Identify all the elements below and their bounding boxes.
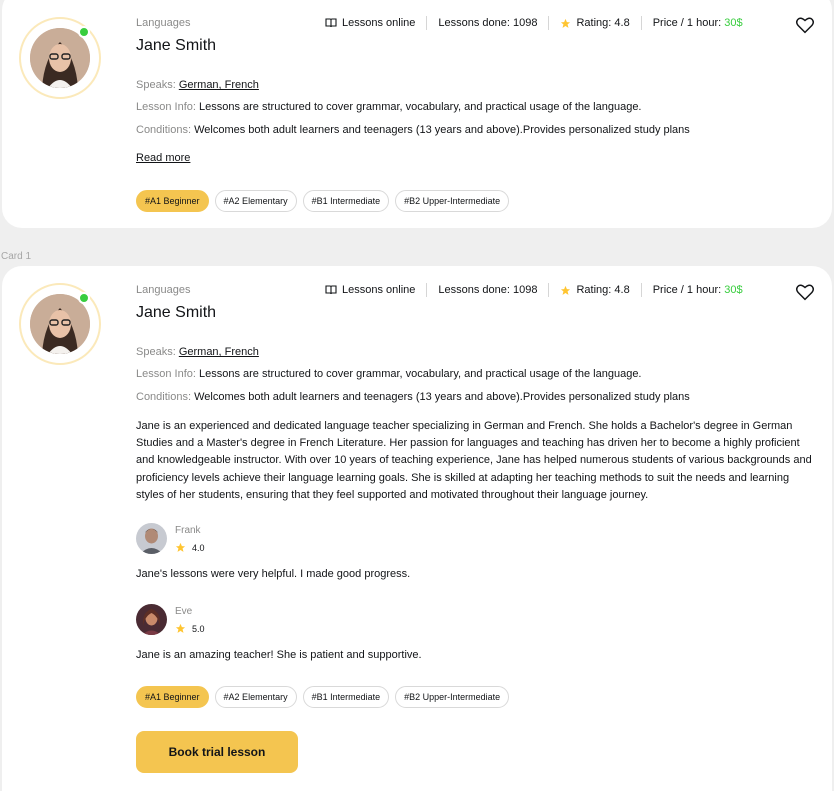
- price-value: 30$: [724, 284, 743, 296]
- stat-price: Price / 1 hour: 30$: [652, 17, 743, 29]
- stat-lessons-done: Lessons done: 1098: [438, 17, 538, 29]
- lesson-info-line: Lesson Info: Lessons are structured to c…: [136, 368, 642, 380]
- divider: [640, 16, 642, 30]
- avatar: [19, 283, 101, 365]
- divider: [426, 16, 428, 30]
- review-author: Eve 5.0: [136, 604, 205, 635]
- level-tag[interactable]: #A1 Beginner: [136, 686, 209, 708]
- speaks-value: German, French: [178, 346, 259, 358]
- review-rating: 5.0: [175, 623, 205, 634]
- book-icon: [325, 18, 337, 28]
- avatar: [19, 17, 101, 99]
- card-caption: Card 1: [1, 251, 32, 262]
- online-status-dot: [78, 26, 90, 38]
- heart-icon[interactable]: [795, 283, 815, 301]
- reviewer-name: Frank: [175, 525, 201, 536]
- heart-icon[interactable]: [795, 16, 815, 34]
- stat-rating: Rating: 4.8: [560, 284, 630, 296]
- teacher-name: Jane Smith: [136, 304, 217, 321]
- teacher-stats: Lessons online Lessons done: 1098 Rating…: [325, 16, 743, 30]
- book-trial-lesson-button[interactable]: Book trial lesson: [136, 731, 298, 773]
- languages-label: Languages: [136, 284, 191, 296]
- conditions-line: Conditions: Welcomes both adult learners…: [136, 124, 690, 136]
- divider: [548, 16, 550, 30]
- online-status-dot: [78, 292, 90, 304]
- level-tag[interactable]: #A1 Beginner: [136, 190, 209, 212]
- lesson-info-line: Lesson Info: Lessons are structured to c…: [136, 101, 642, 113]
- level-tag[interactable]: #B1 Intermediate: [302, 686, 390, 708]
- read-more-link[interactable]: Read more: [136, 152, 190, 164]
- level-tag[interactable]: #A2 Elementary: [214, 686, 297, 708]
- divider: [640, 283, 642, 297]
- stat-price: Price / 1 hour: 30$: [652, 284, 743, 296]
- languages-label: Languages: [136, 17, 191, 29]
- stat-rating: Rating: 4.8: [560, 17, 630, 29]
- price-value: 30$: [724, 17, 743, 29]
- speaks-line: Speaks: German, French: [136, 79, 259, 91]
- review-author: Frank 4.0: [136, 523, 205, 554]
- level-tag[interactable]: #B2 Upper-Intermediate: [395, 190, 510, 212]
- level-tag[interactable]: #A2 Elementary: [214, 190, 297, 212]
- star-icon: [561, 285, 571, 295]
- star-icon: [561, 18, 571, 28]
- level-tags: #A1 Beginner #A2 Elementary #B1 Intermed…: [136, 190, 510, 212]
- star-icon: [175, 542, 186, 552]
- review-comment: Jane is an amazing teacher! She is patie…: [136, 649, 422, 661]
- stat-lessons-done: Lessons done: 1098: [438, 284, 538, 296]
- divider: [426, 283, 428, 297]
- level-tag[interactable]: #B2 Upper-Intermediate: [395, 686, 510, 708]
- level-tags: #A1 Beginner #A2 Elementary #B1 Intermed…: [136, 686, 510, 708]
- teacher-name: Jane Smith: [136, 37, 217, 54]
- star-icon: [175, 623, 186, 633]
- teacher-card-expanded: Languages Jane Smith Lessons online Less…: [2, 266, 832, 791]
- conditions-line: Conditions: Welcomes both adult learners…: [136, 391, 690, 403]
- level-tag[interactable]: #B1 Intermediate: [302, 190, 390, 212]
- speaks-value: German, French: [178, 79, 259, 91]
- reviewer-avatar: [136, 604, 167, 635]
- teacher-bio: Jane is an experienced and dedicated lan…: [136, 420, 812, 501]
- book-icon: [325, 285, 337, 295]
- speaks-line: Speaks: German, French: [136, 346, 259, 358]
- reviewer-avatar: [136, 523, 167, 554]
- reviewer-name: Eve: [175, 606, 193, 617]
- teacher-card-collapsed: Languages Jane Smith Lessons online Less…: [2, 0, 832, 228]
- review-rating: 4.0: [175, 542, 205, 553]
- divider: [548, 283, 550, 297]
- stat-lessons-online: Lessons online: [325, 284, 415, 296]
- stat-lessons-online: Lessons online: [325, 17, 415, 29]
- review-comment: Jane's lessons were very helpful. I made…: [136, 568, 411, 580]
- teacher-stats: Lessons online Lessons done: 1098 Rating…: [325, 283, 743, 297]
